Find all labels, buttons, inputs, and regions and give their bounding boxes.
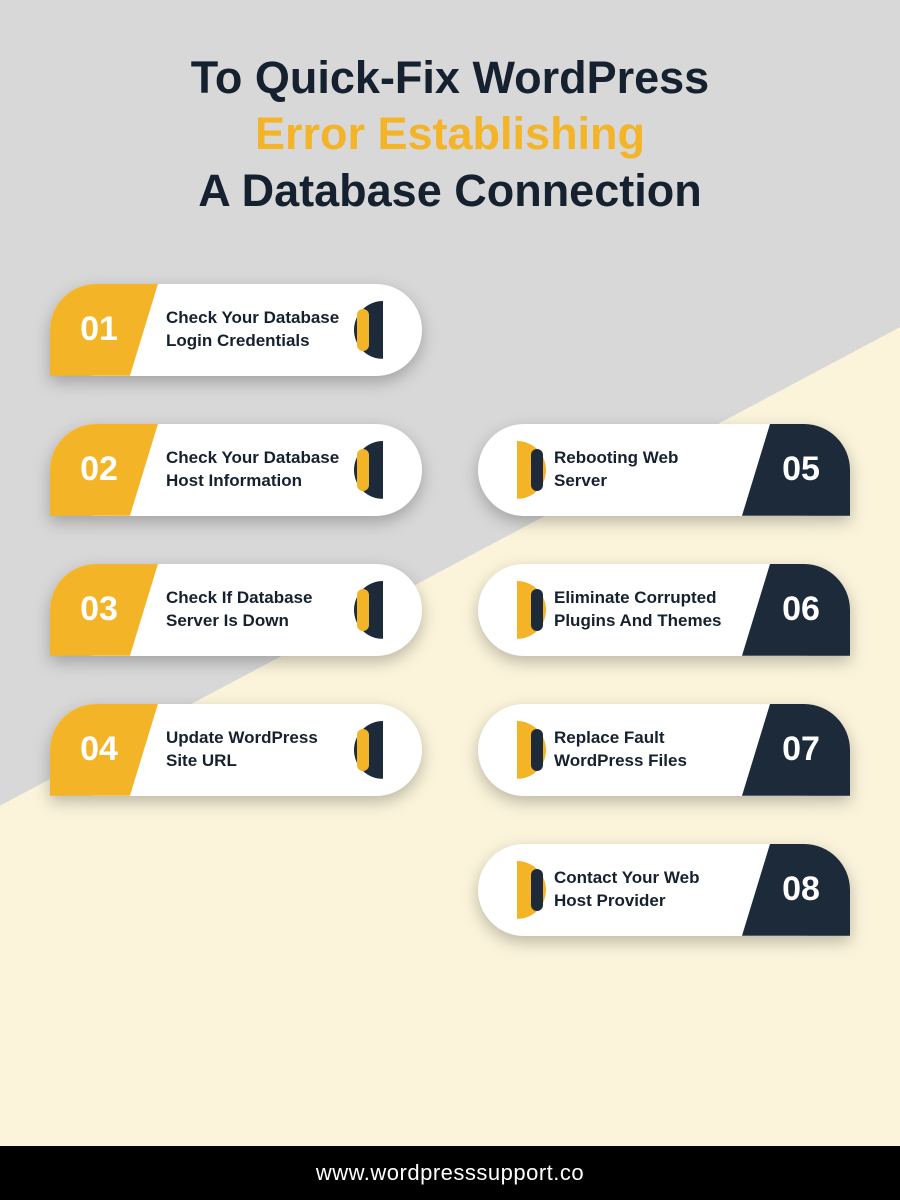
step-text: Contact Your Web Host Provider xyxy=(554,867,734,913)
step-number: 06 xyxy=(782,590,820,629)
spacer xyxy=(50,844,422,936)
step-number: 05 xyxy=(782,450,820,489)
main-content: To Quick-Fix WordPress Error Establishin… xyxy=(0,0,900,936)
step-text: Check Your Database Host Information xyxy=(166,447,352,493)
step-card-3: Check If Database Server Is Down 03 xyxy=(50,564,422,656)
title-line-3: A Database Connection xyxy=(198,165,701,216)
step-number: 03 xyxy=(80,590,118,629)
row-4: Update WordPress Site URL 04 Replace Fau… xyxy=(50,704,850,796)
footer-bar: www.wordpresssupport.co xyxy=(0,1146,900,1200)
step-text: Eliminate Corrupted Plugins And Themes xyxy=(554,587,734,633)
step-number: 07 xyxy=(782,730,820,769)
step-text: Rebooting Web Server xyxy=(554,447,734,493)
row-3: Check If Database Server Is Down 03 Elim… xyxy=(50,564,850,656)
footer-url: www.wordpresssupport.co xyxy=(316,1160,584,1186)
step-card-7: Replace Fault WordPress Files 07 xyxy=(478,704,850,796)
step-card-4: Update WordPress Site URL 04 xyxy=(50,704,422,796)
title-line-1: To Quick-Fix WordPress xyxy=(191,52,709,103)
step-card-1: Check Your Database Login Credentials 01 xyxy=(50,284,422,376)
row-5: Contact Your Web Host Provider 08 xyxy=(50,844,850,936)
step-number: 04 xyxy=(80,730,118,769)
step-card-2: Check Your Database Host Information 02 xyxy=(50,424,422,516)
step-card-5: Rebooting Web Server 05 xyxy=(478,424,850,516)
step-number: 08 xyxy=(782,870,820,909)
step-card-6: Eliminate Corrupted Plugins And Themes 0… xyxy=(478,564,850,656)
steps-grid: Check Your Database Login Credentials 01… xyxy=(50,284,850,936)
step-text: Check Your Database Login Credentials xyxy=(166,307,352,353)
row-2: Check Your Database Host Information 02 … xyxy=(50,424,850,516)
row-1: Check Your Database Login Credentials 01 xyxy=(50,284,850,376)
step-number: 02 xyxy=(80,450,118,489)
step-text: Update WordPress Site URL xyxy=(166,727,352,773)
step-number: 01 xyxy=(80,310,118,349)
page-title: To Quick-Fix WordPress Error Establishin… xyxy=(50,50,850,219)
title-line-2: Error Establishing xyxy=(255,108,645,159)
spacer xyxy=(478,284,850,376)
step-text: Replace Fault WordPress Files xyxy=(554,727,734,773)
step-text: Check If Database Server Is Down xyxy=(166,587,352,633)
step-card-8: Contact Your Web Host Provider 08 xyxy=(478,844,850,936)
